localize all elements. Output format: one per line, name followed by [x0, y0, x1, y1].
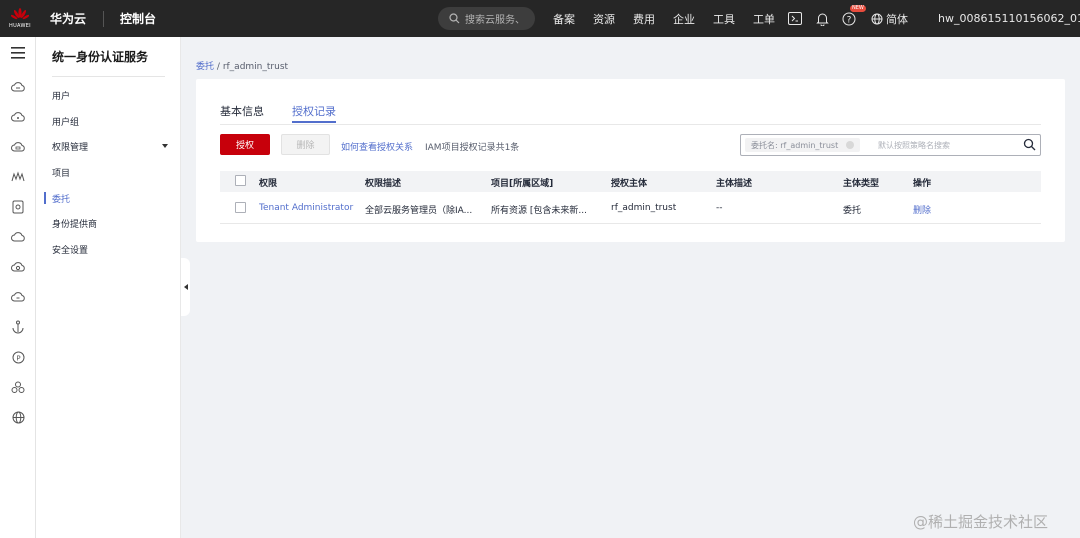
- nav-resources[interactable]: 资源: [593, 11, 615, 27]
- table-row: Tenant Administrator 全部云服务管理员（除IA... 所有资…: [220, 192, 1041, 224]
- new-badge: NEW: [850, 4, 866, 12]
- principal-desc-cell: --: [716, 203, 723, 213]
- select-all-checkbox[interactable]: [235, 175, 246, 186]
- cloud-shell-icon[interactable]: [787, 11, 803, 27]
- submenu-item-user-groups[interactable]: 用户组: [52, 115, 79, 128]
- table-header: 权限 权限描述 项目[所属区域] 授权主体 主体描述 主体类型 操作: [220, 171, 1041, 192]
- divider: [103, 10, 105, 27]
- watermark: @稀土掘金技术社区: [913, 513, 1049, 531]
- cluster-icon[interactable]: [10, 379, 26, 395]
- service-title: 统一身份认证服务: [52, 50, 149, 64]
- breadcrumb: 委托 / rf_admin_trust: [196, 59, 288, 72]
- huawei-logo[interactable]: HUAWEI: [0, 0, 40, 37]
- tab-authorization-records[interactable]: 授权记录: [292, 103, 336, 119]
- language-switch[interactable]: 简体: [871, 0, 908, 37]
- top-nav-links: 备案 资源 费用 企业 工具 工单: [553, 0, 793, 37]
- breadcrumb-separator: /: [216, 62, 220, 72]
- huawei-petal-icon: [11, 8, 29, 20]
- col-actions: 操作: [913, 179, 932, 189]
- cloud-server-icon[interactable]: [10, 79, 26, 95]
- parking-icon[interactable]: P: [10, 349, 26, 365]
- menu-icon[interactable]: [10, 45, 26, 61]
- col-project: 项目[所属区域]: [491, 179, 554, 189]
- cloud-database-icon[interactable]: [10, 139, 26, 155]
- filter-chip[interactable]: 委托名: rf_admin_trust: [745, 138, 861, 152]
- submenu-item-security-settings[interactable]: 安全设置: [52, 243, 88, 256]
- service-rail: P: [0, 37, 36, 538]
- cloud-upload-icon[interactable]: [10, 259, 26, 275]
- monitor-icon[interactable]: [10, 169, 26, 185]
- row-checkbox[interactable]: [235, 202, 246, 213]
- record-count: IAM项目授权记录共1条: [425, 143, 520, 153]
- global-search[interactable]: 搜索云服务、: [438, 7, 535, 30]
- divider: [52, 76, 165, 77]
- delete-button[interactable]: 删除: [281, 134, 330, 155]
- svg-text:?: ?: [847, 15, 852, 25]
- breadcrumb-current: rf_admin_trust: [222, 62, 289, 72]
- submenu-item-identity-providers[interactable]: 身份提供商: [52, 217, 97, 230]
- nav-billing[interactable]: 费用: [633, 11, 655, 27]
- anchor-icon[interactable]: [10, 319, 26, 335]
- tab-basic-info[interactable]: 基本信息: [220, 103, 264, 119]
- search-filter[interactable]: 委托名: rf_admin_trust 默认按照策略名搜索: [740, 134, 1041, 156]
- console-link[interactable]: 控制台: [120, 10, 156, 27]
- help-icon[interactable]: ? NEW: [841, 4, 866, 27]
- col-description: 权限描述: [365, 179, 402, 189]
- cloud-icon[interactable]: [10, 109, 26, 125]
- search-icon: [449, 13, 460, 24]
- search-input[interactable]: 默认按照策略名搜索: [878, 140, 950, 151]
- nav-enterprise[interactable]: 企业: [673, 11, 695, 27]
- principal-cell: rf_admin_trust: [611, 203, 677, 213]
- cloud-sync-icon[interactable]: [10, 289, 26, 305]
- filter-chip-label: 委托名: rf_admin_trust: [751, 140, 839, 150]
- account-menu[interactable]: hw_008615110156062_01: [938, 0, 1080, 37]
- divider: [220, 124, 1041, 125]
- howto-link[interactable]: 如何查看授权关系: [341, 140, 413, 153]
- iam-submenu: 统一身份认证服务 用户 用户组 权限管理 项目 委托 身份提供商 安全设置: [36, 37, 181, 538]
- collapse-sidebar-button[interactable]: [181, 258, 190, 316]
- submenu-item-projects[interactable]: 项目: [52, 166, 70, 179]
- globe-icon[interactable]: [10, 409, 26, 425]
- col-principal-type: 主体类型: [843, 179, 880, 189]
- col-permission: 权限: [259, 179, 278, 189]
- submenu-item-permissions[interactable]: 权限管理: [52, 140, 88, 153]
- project-cell: 所有资源 [包含未来新...: [491, 206, 587, 216]
- brand-name[interactable]: 华为云: [50, 10, 86, 27]
- language-label: 简体: [886, 12, 908, 26]
- description-cell: 全部云服务管理员（除IA...: [365, 206, 473, 216]
- search-placeholder: 搜索云服务、: [465, 15, 525, 26]
- top-navbar: HUAWEI 华为云 控制台 搜索云服务、 备案 资源 费用 企业 工具 工单 …: [0, 0, 1080, 37]
- clear-chip-icon[interactable]: [846, 141, 855, 149]
- globe-icon: [871, 13, 883, 24]
- account-name: hw_008615110156062_01: [938, 12, 1080, 25]
- submenu-item-users[interactable]: 用户: [52, 89, 70, 102]
- active-indicator: [44, 192, 46, 204]
- breadcrumb-agencies[interactable]: 委托: [196, 62, 214, 72]
- active-tab-indicator: [292, 121, 336, 123]
- submenu-item-agencies[interactable]: 委托: [52, 192, 70, 205]
- bell-icon[interactable]: [814, 11, 830, 27]
- logo-text: HUAWEI: [9, 23, 31, 29]
- svg-text:P: P: [16, 354, 20, 362]
- permission-link[interactable]: Tenant Administrator: [259, 203, 359, 213]
- agency-detail-card: 基本信息 授权记录 授权 删除 如何查看授权关系 IAM项目授权记录共1条 委托…: [196, 79, 1065, 242]
- chevron-left-icon: [183, 284, 188, 290]
- storage-icon[interactable]: [10, 199, 26, 215]
- principal-type-cell: 委托: [843, 206, 862, 216]
- col-principal-desc: 主体描述: [716, 179, 753, 189]
- cloud-outline-icon[interactable]: [10, 229, 26, 245]
- col-principal: 授权主体: [611, 179, 648, 189]
- nav-tools[interactable]: 工具: [713, 11, 735, 27]
- nav-beian[interactable]: 备案: [553, 11, 575, 27]
- top-icons: ? NEW: [787, 0, 868, 37]
- row-delete-link[interactable]: 删除: [913, 203, 931, 216]
- authorize-button[interactable]: 授权: [220, 134, 270, 155]
- chevron-down-icon[interactable]: [162, 144, 168, 148]
- nav-tickets[interactable]: 工单: [753, 11, 775, 27]
- search-icon[interactable]: [1023, 138, 1036, 151]
